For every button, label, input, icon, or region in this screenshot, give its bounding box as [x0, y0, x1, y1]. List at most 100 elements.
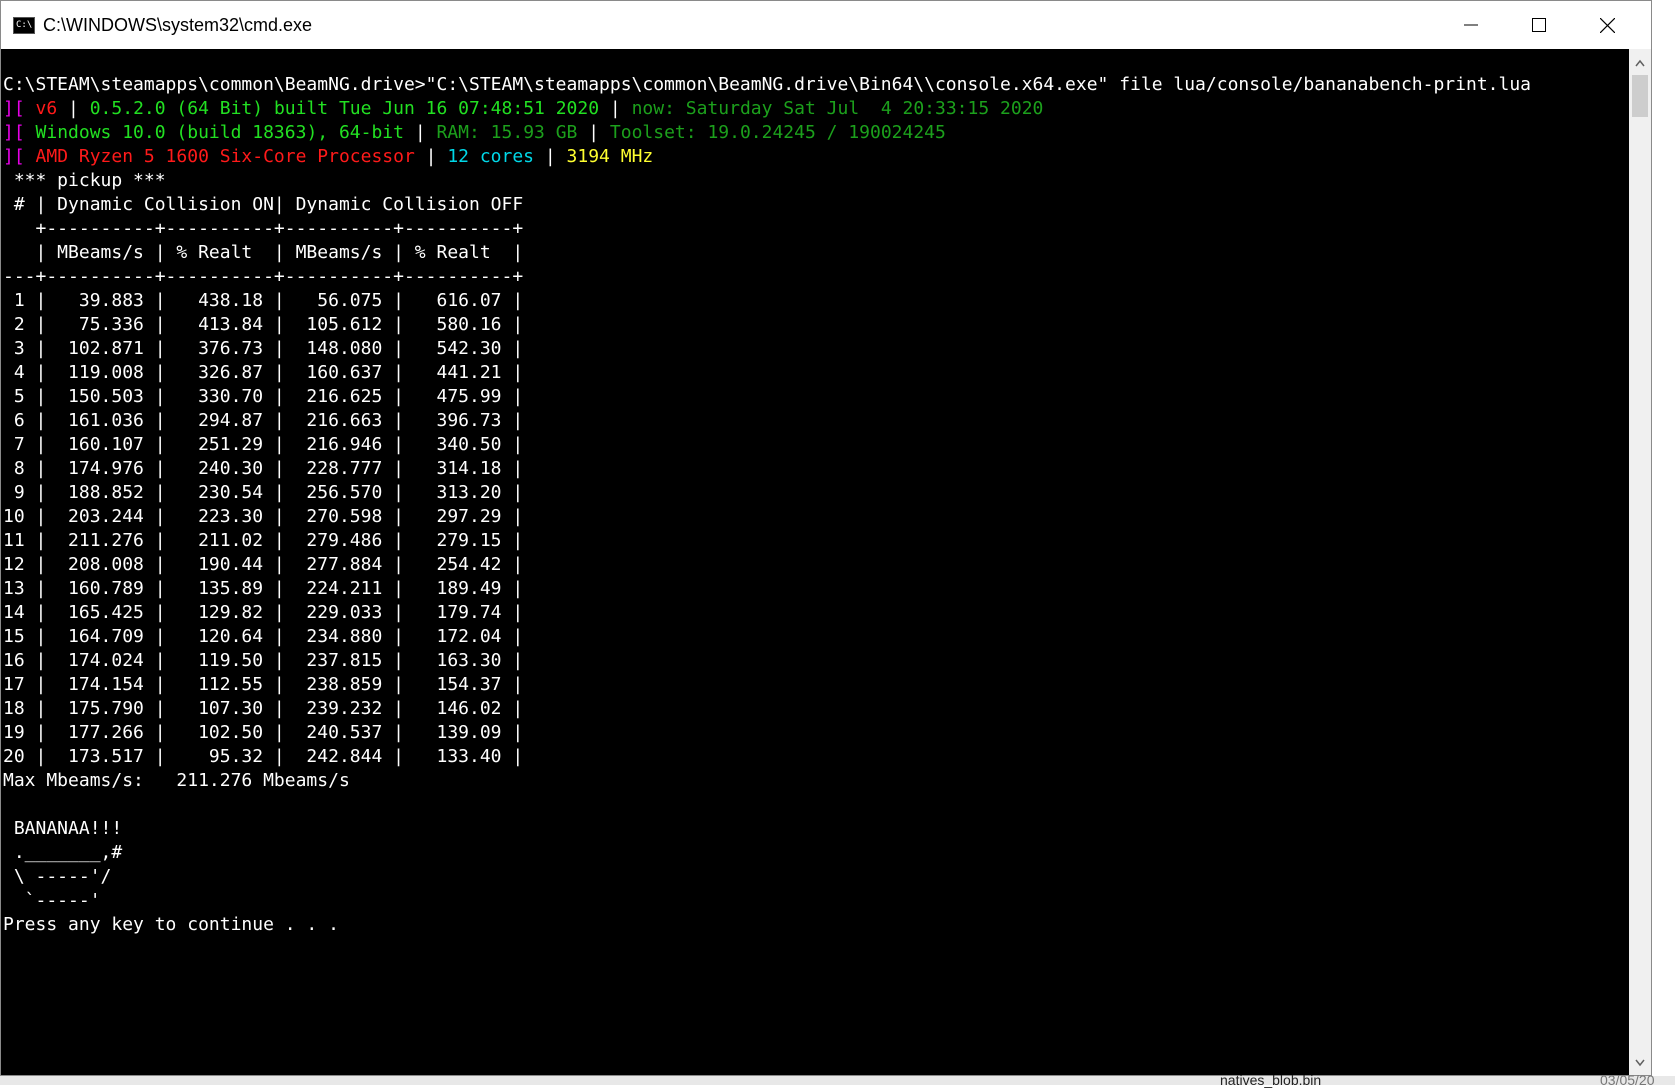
console-segment: RAM: 15.93 GB	[436, 122, 578, 143]
close-button[interactable]	[1573, 1, 1641, 49]
console-segment: BANANAA!!!	[3, 818, 123, 839]
console-line: Press any key to continue . . .	[3, 913, 1531, 937]
console-segment: 11 | 211.276 | 211.02 | 279.486 | 279.15…	[3, 530, 524, 551]
console-segment: 20 | 173.517 | 95.32 | 242.844 | 133.40 …	[3, 746, 524, 767]
cmd-window: C:\ C:\WINDOWS\system32\cmd.exe C:\STEAM…	[0, 0, 1652, 1076]
console-segment: +----------+----------+----------+------…	[3, 218, 524, 239]
console-text: C:\STEAM\steamapps\common\BeamNG.drive>"…	[3, 73, 1531, 937]
console-segment: ._______,#	[3, 842, 123, 863]
console-segment: v6	[35, 98, 58, 119]
console-segment: 3 | 102.871 | 376.73 | 148.080 | 542.30 …	[3, 338, 524, 359]
console-line: `-----'	[3, 889, 1531, 913]
maximize-icon	[1532, 18, 1546, 32]
console-segment: 12 cores	[447, 146, 535, 167]
console-segment: 14 | 165.425 | 129.82 | 229.033 | 179.74…	[3, 602, 524, 623]
console-line: 11 | 211.276 | 211.02 | 279.486 | 279.15…	[3, 529, 1531, 553]
console-segment: 13 | 160.789 | 135.89 | 224.211 | 189.49…	[3, 578, 524, 599]
console-line: ._______,#	[3, 841, 1531, 865]
title-bar[interactable]: C:\ C:\WINDOWS\system32\cmd.exe	[1, 1, 1651, 49]
console-segment: Toolset: 19.0.24245 / 190024245	[609, 122, 946, 143]
chevron-up-icon	[1635, 59, 1645, 67]
console-segment: | MBeams/s | % Realt | MBeams/s | % Real…	[3, 242, 524, 263]
console-segment: 5 | 150.503 | 330.70 | 216.625 | 475.99 …	[3, 386, 524, 407]
scroll-up-button[interactable]	[1629, 53, 1651, 73]
console-segment: Windows 10.0 (build 18363), 64-bit	[35, 122, 404, 143]
console-line: Max Mbeams/s: 211.276 Mbeams/s	[3, 769, 1531, 793]
console-line: 13 | 160.789 | 135.89 | 224.211 | 189.49…	[3, 577, 1531, 601]
console-line: 6 | 161.036 | 294.87 | 216.663 | 396.73 …	[3, 409, 1531, 433]
console-line: 16 | 174.024 | 119.50 | 237.815 | 163.30…	[3, 649, 1531, 673]
console-segment: 18 | 175.790 | 107.30 | 239.232 | 146.02…	[3, 698, 524, 719]
maximize-button[interactable]	[1505, 1, 1573, 49]
console-line: 7 | 160.107 | 251.29 | 216.946 | 340.50 …	[3, 433, 1531, 457]
console-segment: AMD Ryzen 5 1600 Six-Core Processor	[35, 146, 415, 167]
console-segment: 17 | 174.154 | 112.55 | 238.859 | 154.37…	[3, 674, 524, 695]
console-segment: C:\STEAM\steamapps\common\BeamNG.drive>"…	[3, 74, 1532, 95]
scroll-thumb[interactable]	[1632, 75, 1648, 117]
console-line: ---+----------+----------+----------+---…	[3, 265, 1531, 289]
console-segment: *** pickup ***	[3, 170, 166, 191]
console-segment: |	[534, 146, 567, 167]
console-segment: 0.5.2.0 (64 Bit) built Tue Jun 16 07:48:…	[89, 98, 600, 119]
console-segment: # | Dynamic Collision ON| Dynamic Collis…	[3, 194, 524, 215]
console-line: 18 | 175.790 | 107.30 | 239.232 | 146.02…	[3, 697, 1531, 721]
console-segment: `-----'	[3, 890, 101, 911]
console-line: 12 | 208.008 | 190.44 | 277.884 | 254.42…	[3, 553, 1531, 577]
console-line: 10 | 203.244 | 223.30 | 270.598 | 297.29…	[3, 505, 1531, 529]
background-file-name[interactable]: natives_blob.bin	[1220, 1072, 1321, 1088]
background-explorer-strip: natives_blob.bin 03/05/20	[0, 1072, 1675, 1088]
console-output-area[interactable]: C:\STEAM\steamapps\common\BeamNG.drive>"…	[1, 49, 1651, 1075]
console-line: ][ AMD Ryzen 5 1600 Six-Core Processor |…	[3, 145, 1531, 169]
console-segment: Max Mbeams/s: 211.276 Mbeams/s	[3, 770, 350, 791]
console-line: 20 | 173.517 | 95.32 | 242.844 | 133.40 …	[3, 745, 1531, 769]
console-segment: 4 | 119.008 | 326.87 | 160.637 | 441.21 …	[3, 362, 524, 383]
console-line: 14 | 165.425 | 129.82 | 229.033 | 179.74…	[3, 601, 1531, 625]
console-segment: 19 | 177.266 | 102.50 | 240.537 | 139.09…	[3, 722, 524, 743]
console-segment: 9 | 188.852 | 230.54 | 256.570 | 313.20 …	[3, 482, 524, 503]
vertical-scrollbar[interactable]	[1629, 49, 1651, 1075]
console-segment: |	[599, 98, 632, 119]
console-segment: 15 | 164.709 | 120.64 | 234.880 | 172.04…	[3, 626, 524, 647]
window-title: C:\WINDOWS\system32\cmd.exe	[43, 14, 313, 35]
console-segment: now: Saturday Sat Jul 4 20:33:15 2020	[631, 98, 1044, 119]
console-line: C:\STEAM\steamapps\common\BeamNG.drive>"…	[3, 73, 1531, 97]
console-line: ][ Windows 10.0 (build 18363), 64-bit | …	[3, 121, 1531, 145]
console-segment: 8 | 174.976 | 240.30 | 228.777 | 314.18 …	[3, 458, 524, 479]
chevron-down-icon	[1635, 1059, 1645, 1067]
console-segment: Press any key to continue . . .	[3, 914, 339, 935]
console-line: 4 | 119.008 | 326.87 | 160.637 | 441.21 …	[3, 361, 1531, 385]
console-line: *** pickup ***	[3, 169, 1531, 193]
console-segment: 7 | 160.107 | 251.29 | 216.946 | 340.50 …	[3, 434, 524, 455]
console-line: \ -----'/	[3, 865, 1531, 889]
console-segment: 12 | 208.008 | 190.44 | 277.884 | 254.42…	[3, 554, 524, 575]
console-segment: 1 | 39.883 | 438.18 | 56.075 | 616.07 |	[3, 290, 524, 311]
console-line: ][ v6 | 0.5.2.0 (64 Bit) built Tue Jun 1…	[3, 97, 1531, 121]
console-line: 2 | 75.336 | 413.84 | 105.612 | 580.16 |	[3, 313, 1531, 337]
console-line: 5 | 150.503 | 330.70 | 216.625 | 475.99 …	[3, 385, 1531, 409]
close-icon	[1599, 17, 1615, 33]
console-line: 1 | 39.883 | 438.18 | 56.075 | 616.07 |	[3, 289, 1531, 313]
console-line: | MBeams/s | % Realt | MBeams/s | % Real…	[3, 241, 1531, 265]
minimize-button[interactable]	[1437, 1, 1505, 49]
console-segment: 6 | 161.036 | 294.87 | 216.663 | 396.73 …	[3, 410, 524, 431]
console-segment: ---+----------+----------+----------+---…	[3, 266, 524, 287]
scroll-down-button[interactable]	[1629, 1053, 1651, 1073]
console-line: 19 | 177.266 | 102.50 | 240.537 | 139.09…	[3, 721, 1531, 745]
console-segment: |	[57, 98, 90, 119]
console-line: 15 | 164.709 | 120.64 | 234.880 | 172.04…	[3, 625, 1531, 649]
console-segment: |	[577, 122, 610, 143]
console-segment: ][	[3, 98, 36, 119]
console-segment: 16 | 174.024 | 119.50 | 237.815 | 163.30…	[3, 650, 524, 671]
console-segment: |	[414, 146, 448, 167]
console-line: 8 | 174.976 | 240.30 | 228.777 | 314.18 …	[3, 457, 1531, 481]
background-file-date: 03/05/20	[1600, 1072, 1655, 1088]
minimize-icon	[1464, 24, 1478, 26]
console-line: 17 | 174.154 | 112.55 | 238.859 | 154.37…	[3, 673, 1531, 697]
console-segment: |	[403, 122, 437, 143]
console-line: 3 | 102.871 | 376.73 | 148.080 | 542.30 …	[3, 337, 1531, 361]
console-line: +----------+----------+----------+------…	[3, 217, 1531, 241]
console-segment: ][	[3, 146, 36, 167]
console-segment: 2 | 75.336 | 413.84 | 105.612 | 580.16 |	[3, 314, 524, 335]
console-line: BANANAA!!!	[3, 817, 1531, 841]
